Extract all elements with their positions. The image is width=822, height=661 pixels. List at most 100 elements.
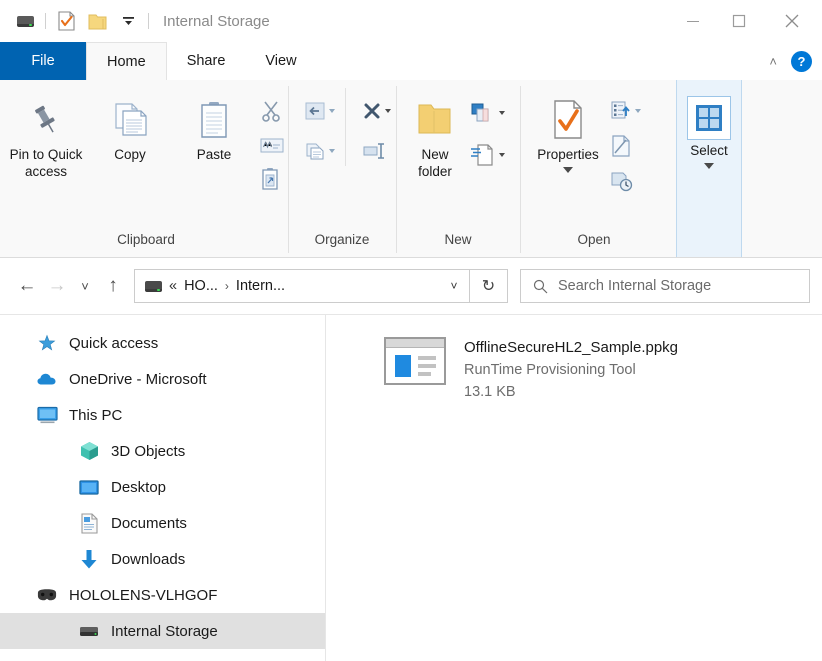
breadcrumb: « HO... › Intern... (135, 278, 439, 294)
edit-button[interactable] (606, 131, 645, 161)
sidebar-item-label: HOLOLENS-VLHGOF (69, 586, 218, 604)
desktop-icon (78, 479, 100, 496)
new-item-button[interactable] (466, 98, 509, 128)
cut-button[interactable] (256, 96, 288, 126)
new-item-caret-icon[interactable] (499, 111, 505, 115)
minimize-button[interactable] (670, 0, 716, 42)
breadcrumb-separator-0[interactable]: › (225, 279, 229, 293)
sidebar-item-hololens[interactable]: HOLOLENS-VLHGOF (0, 577, 325, 613)
sidebar-item-desktop[interactable]: Desktop (0, 469, 325, 505)
qat-customize-dropdown-icon[interactable] (117, 11, 139, 31)
properties-button[interactable]: Properties (530, 88, 606, 173)
properties-caret-icon[interactable] (563, 167, 573, 173)
ribbon-tab-bar: File Home Share View ˄ ? (0, 42, 822, 80)
new-folder-button[interactable]: New folder (404, 88, 466, 180)
tab-home[interactable]: Home (86, 42, 167, 80)
breadcrumb-bar[interactable]: « HO... › Intern... ˅ (134, 269, 470, 303)
delete-x-icon (364, 103, 380, 119)
qat-separator-1 (45, 13, 46, 29)
file-list-pane[interactable]: OfflineSecureHL2_Sample.ppkg RunTime Pro… (326, 315, 822, 661)
new-small-buttons (466, 88, 509, 170)
select-caret-icon[interactable] (704, 163, 714, 169)
copy-path-button[interactable] (256, 130, 288, 160)
open-button[interactable] (606, 96, 645, 126)
delete-button[interactable] (358, 96, 395, 126)
qat-separator-2 (148, 13, 149, 29)
monitor-icon (36, 406, 58, 424)
copy-path-icon (260, 138, 284, 152)
easy-access-button[interactable] (466, 140, 509, 170)
hololens-icon (36, 588, 58, 602)
ribbon-group-label-open: Open (577, 232, 611, 247)
file-explorer-window: Internal Storage File Home Share View ˄ … (0, 0, 822, 661)
recent-locations-button[interactable]: ˅ (72, 271, 98, 301)
rename-button[interactable] (358, 136, 395, 166)
copy-icon (110, 94, 150, 146)
refresh-button[interactable]: ↻ (470, 269, 508, 303)
help-icon[interactable]: ? (791, 51, 812, 72)
sidebar-item-3d-objects[interactable]: 3D Objects (0, 433, 325, 469)
qat-new-folder-icon[interactable] (86, 11, 108, 31)
close-button[interactable] (762, 0, 822, 42)
history-button[interactable] (606, 166, 645, 196)
organize-col-2 (345, 88, 395, 166)
breadcrumb-dropdown-icon[interactable]: ˅ (439, 270, 469, 302)
pin-to-quick-access-button[interactable]: Pin to Quick access (4, 88, 88, 180)
qat-properties-icon[interactable] (55, 11, 77, 31)
forward-button[interactable]: → (42, 271, 72, 301)
quick-access-toolbar (0, 11, 149, 31)
tab-file[interactable]: File (0, 42, 86, 80)
file-type: RunTime Provisioning Tool (464, 362, 636, 378)
breadcrumb-overflow-icon[interactable]: « (169, 278, 177, 294)
pin-icon (29, 94, 63, 146)
copy-to-button[interactable] (300, 136, 339, 166)
search-box[interactable]: Search Internal Storage (520, 269, 810, 303)
collapse-ribbon-icon[interactable]: ˄ (769, 55, 777, 68)
ribbon-group-organize: Organize (288, 80, 396, 257)
file-size: 13.1 KB (464, 384, 516, 400)
qat-drive-icon[interactable] (14, 11, 36, 31)
copy-button[interactable]: Copy (88, 88, 172, 163)
paste-button[interactable]: Paste (172, 88, 256, 163)
ribbon-group-label-organize: Organize (314, 232, 370, 247)
tab-view[interactable]: View (245, 42, 316, 80)
drive-icon (78, 625, 100, 638)
sidebar-item-internal-storage[interactable]: Internal Storage (0, 613, 325, 649)
clipboard-small-buttons (256, 88, 288, 194)
open-small-buttons (606, 88, 645, 196)
organize-col-1 (300, 88, 339, 166)
select-label: Select (690, 143, 728, 158)
documents-icon (78, 512, 100, 534)
tab-share[interactable]: Share (167, 42, 246, 80)
breadcrumb-drive-icon[interactable] (145, 280, 162, 292)
move-to-button[interactable] (300, 96, 339, 126)
sidebar-item-label: Quick access (69, 334, 159, 352)
sidebar-item-onedrive[interactable]: OneDrive - Microsoft (0, 361, 325, 397)
breadcrumb-item-1[interactable]: Intern... (236, 278, 285, 294)
move-to-caret-icon[interactable] (329, 109, 335, 113)
sidebar-item-label: 3D Objects (111, 442, 186, 460)
ribbon: Pin to Quick access Copy Paste Clipboard… (0, 80, 822, 258)
new-folder-label: New folder (418, 147, 452, 179)
sidebar-item-label: OneDrive - Microsoft (69, 370, 207, 388)
delete-caret-icon[interactable] (385, 109, 391, 113)
easy-access-caret-icon[interactable] (499, 153, 505, 157)
maximize-button[interactable] (716, 0, 762, 42)
paste-shortcut-button[interactable] (256, 164, 288, 194)
breadcrumb-item-0[interactable]: HO... (184, 278, 218, 294)
select-grid-icon (687, 94, 731, 142)
sidebar-item-downloads[interactable]: Downloads (0, 541, 325, 577)
up-button[interactable]: ↑ (98, 271, 128, 301)
copy-to-caret-icon[interactable] (329, 149, 335, 153)
sidebar-item-quick-access[interactable]: Quick access (0, 325, 325, 361)
sidebar-item-documents[interactable]: Documents (0, 505, 325, 541)
pin-to-quick-access-label: Pin to Quick access (9, 147, 83, 179)
file-name: OfflineSecureHL2_Sample.ppkg (464, 339, 679, 356)
select-button[interactable]: Select (677, 88, 741, 169)
list-item[interactable]: OfflineSecureHL2_Sample.ppkg RunTime Pro… (384, 337, 822, 403)
open-caret-icon[interactable] (635, 109, 641, 113)
cloud-icon (36, 372, 58, 386)
sidebar-item-this-pc[interactable]: This PC (0, 397, 325, 433)
back-button[interactable]: ← (12, 271, 42, 301)
search-input[interactable]: Search Internal Storage (558, 278, 711, 294)
